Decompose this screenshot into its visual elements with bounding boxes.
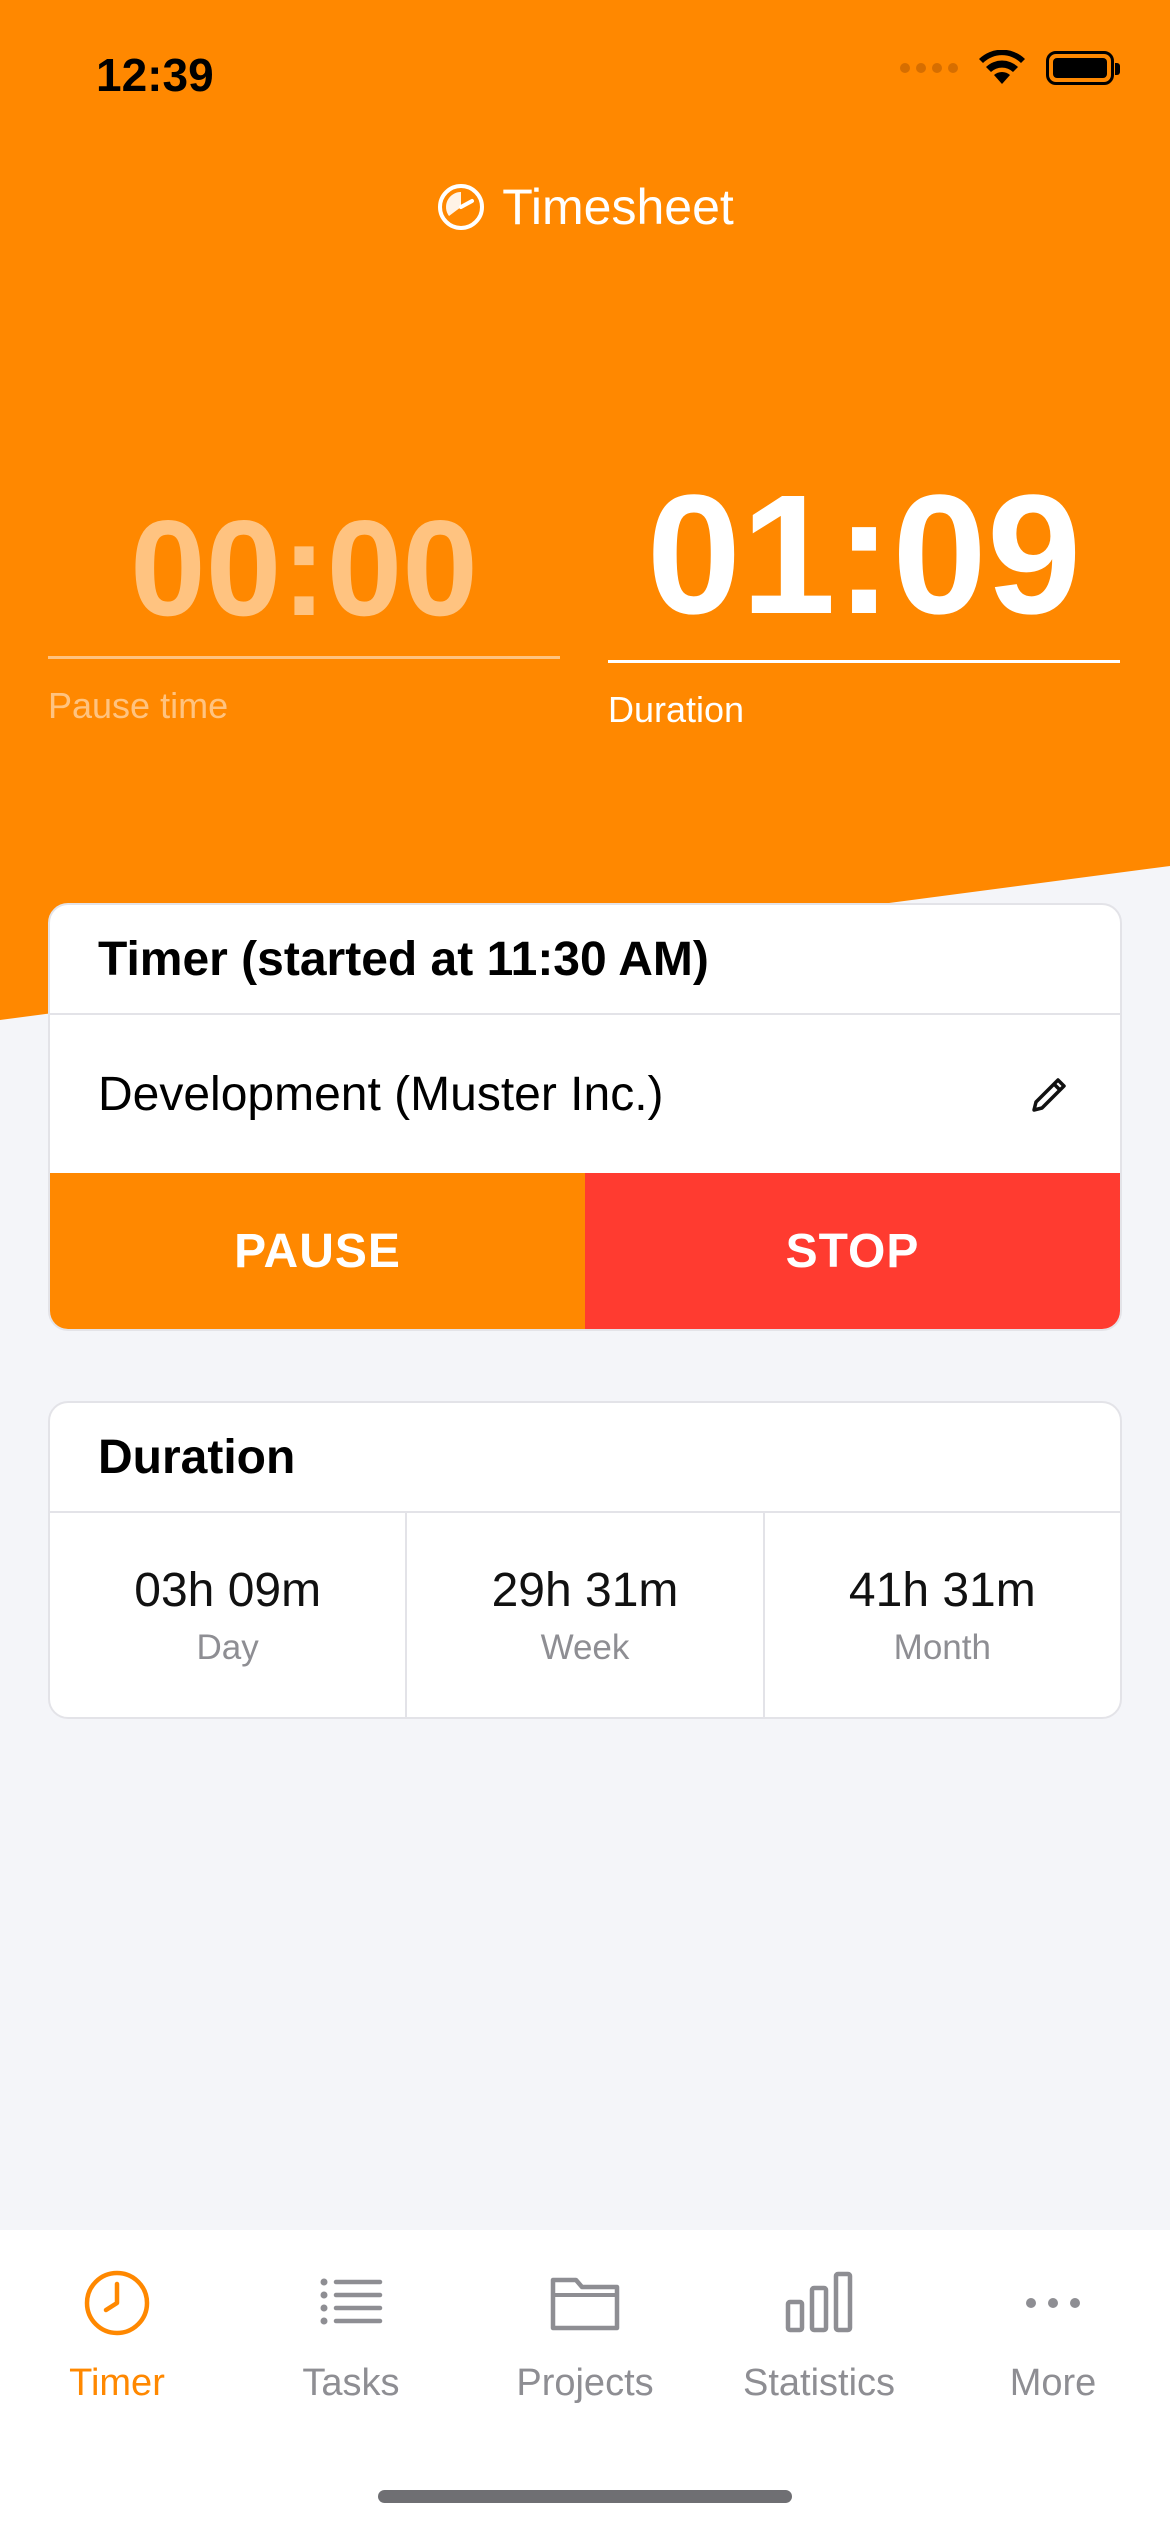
duration-label: Duration [608, 689, 745, 730]
more-icon [1026, 2298, 1080, 2308]
battery-icon [1046, 51, 1120, 85]
stat-week: 29h 31m Week [407, 1513, 765, 1717]
folder-icon [550, 2277, 620, 2331]
pause-button[interactable]: PAUSE [50, 1173, 585, 1329]
tab-more-label: More [1009, 2362, 1097, 2404]
tab-timer[interactable]: Timer [0, 2230, 234, 2405]
tab-tasks-label: Tasks [302, 2362, 400, 2404]
status-icons [900, 50, 1120, 86]
duration-value: 01:09 [646, 460, 1082, 650]
status-time: 12:39 [96, 49, 214, 101]
stop-button[interactable]: STOP [585, 1173, 1120, 1329]
task-row[interactable]: Development (Muster Inc.) [50, 1015, 1120, 1173]
tab-statistics-label: Statistics [742, 2362, 896, 2404]
duration-timer: 01:09 Duration [608, 470, 1120, 731]
pause-divider [48, 656, 560, 659]
pause-timer: 00:00 Pause time [48, 470, 560, 727]
app-title-text: Timesheet [502, 179, 734, 235]
tab-more[interactable]: More [936, 2230, 1170, 2405]
pause-time-value: 00:00 [130, 492, 478, 644]
timer-card: Timer (started at 11:30 AM) Development … [48, 903, 1122, 1331]
signal-icon [900, 63, 958, 73]
duration-card-title: Duration [50, 1403, 1120, 1513]
timer-logo-icon [438, 184, 485, 230]
list-icon [320, 2278, 383, 2325]
tab-projects-label: Projects [516, 2362, 654, 2404]
tab-tasks[interactable]: Tasks [234, 2230, 468, 2405]
stat-month-value: 41h 31m [848, 1563, 1036, 1617]
task-name: Development (Muster Inc.) [98, 1067, 664, 1121]
duration-card: Duration 03h 09m Day 29h 31m Week 41h 31… [48, 1401, 1122, 1719]
tab-projects[interactable]: Projects [468, 2230, 702, 2405]
clock-icon [84, 2270, 150, 2336]
home-indicator [378, 2490, 792, 2503]
wifi-icon [979, 50, 1025, 84]
stat-week-label: Week [540, 1627, 630, 1667]
tab-statistics[interactable]: Statistics [702, 2230, 936, 2405]
timer-card-title: Timer (started at 11:30 AM) [50, 905, 1120, 1015]
stat-week-value: 29h 31m [491, 1563, 679, 1617]
stat-day-label: Day [196, 1627, 259, 1667]
pause-time-label: Pause time [48, 685, 229, 726]
duration-divider [608, 660, 1120, 663]
stat-month-label: Month [893, 1627, 991, 1667]
stat-day-value: 03h 09m [134, 1563, 322, 1617]
app-title: Timesheet [0, 178, 1170, 236]
bar-chart-icon [785, 2271, 853, 2333]
stat-month: 41h 31m Month [765, 1513, 1120, 1717]
stat-day: 03h 09m Day [50, 1513, 408, 1717]
edit-icon[interactable] [1028, 1072, 1072, 1116]
tab-bar: Timer Tasks Projects Statistics More [0, 2230, 1170, 2532]
tab-timer-label: Timer [69, 2362, 165, 2404]
